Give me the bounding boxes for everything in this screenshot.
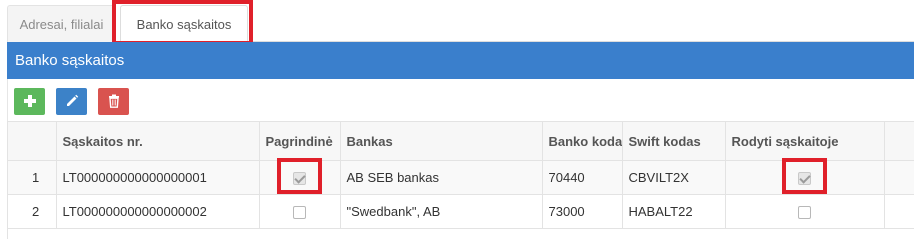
tab-addresses-branches[interactable]: Adresai, filialai bbox=[7, 5, 116, 42]
column-header-primary[interactable]: Pagrindinė bbox=[259, 121, 341, 161]
show-on-invoice-cell[interactable] bbox=[725, 194, 885, 229]
swift-code-cell[interactable]: CBVILT2X bbox=[622, 160, 726, 195]
table-row[interactable]: 2 LT000000000000000002 "Swedbank", AB 73… bbox=[8, 194, 914, 229]
show-on-invoice-checkbox[interactable] bbox=[798, 172, 811, 186]
column-header-swift-code[interactable]: Swift kodas bbox=[622, 121, 726, 161]
trash-icon bbox=[108, 94, 119, 108]
delete-button[interactable] bbox=[98, 88, 129, 115]
primary-checkbox[interactable] bbox=[293, 172, 306, 186]
column-header-index bbox=[8, 121, 57, 161]
row-index: 1 bbox=[8, 160, 57, 195]
tab-bank-accounts[interactable]: Banko sąskaitos bbox=[120, 5, 248, 43]
bank-cell[interactable]: "Swedbank", AB bbox=[340, 194, 543, 229]
table-row[interactable]: 1 LT000000000000000001 AB SEB bankas 704… bbox=[8, 160, 914, 195]
bank-code-cell[interactable]: 70440 bbox=[542, 160, 623, 195]
row-index: 2 bbox=[8, 194, 57, 229]
pencil-icon bbox=[66, 94, 78, 106]
filler-cell bbox=[884, 194, 914, 229]
primary-checkbox[interactable] bbox=[293, 206, 306, 220]
account-number-cell[interactable]: LT000000000000000002 bbox=[56, 194, 260, 229]
swift-code-cell[interactable]: HABALT22 bbox=[622, 194, 726, 229]
show-on-invoice-checkbox[interactable] bbox=[798, 206, 811, 220]
show-on-invoice-cell[interactable] bbox=[725, 160, 885, 195]
column-header-bank-code[interactable]: Banko kodas bbox=[542, 121, 623, 161]
account-number-cell[interactable]: LT000000000000000001 bbox=[56, 160, 260, 195]
add-button[interactable] bbox=[14, 88, 45, 115]
bank-code-cell[interactable]: 73000 bbox=[542, 194, 623, 229]
primary-cell[interactable] bbox=[259, 194, 341, 229]
panel-title: Banko sąskaitos bbox=[7, 42, 914, 79]
bank-accounts-table: Sąskaitos nr. Pagrindinė Bankas Banko ko… bbox=[7, 121, 914, 239]
primary-cell[interactable] bbox=[259, 160, 341, 195]
column-header-account-number[interactable]: Sąskaitos nr. bbox=[56, 121, 260, 161]
filler-cell bbox=[884, 160, 914, 195]
column-header-filler bbox=[884, 121, 914, 161]
toolbar bbox=[7, 79, 914, 121]
tab-bar: Adresai, filialai Banko sąskaitos bbox=[7, 5, 914, 43]
column-header-show-on-invoice[interactable]: Rodyti sąskaitoje bbox=[725, 121, 885, 161]
plus-icon bbox=[23, 95, 36, 107]
bank-cell[interactable]: AB SEB bankas bbox=[340, 160, 543, 195]
column-header-bank[interactable]: Bankas bbox=[340, 121, 543, 161]
table-header-row: Sąskaitos nr. Pagrindinė Bankas Banko ko… bbox=[8, 121, 914, 161]
edit-button[interactable] bbox=[56, 88, 87, 115]
